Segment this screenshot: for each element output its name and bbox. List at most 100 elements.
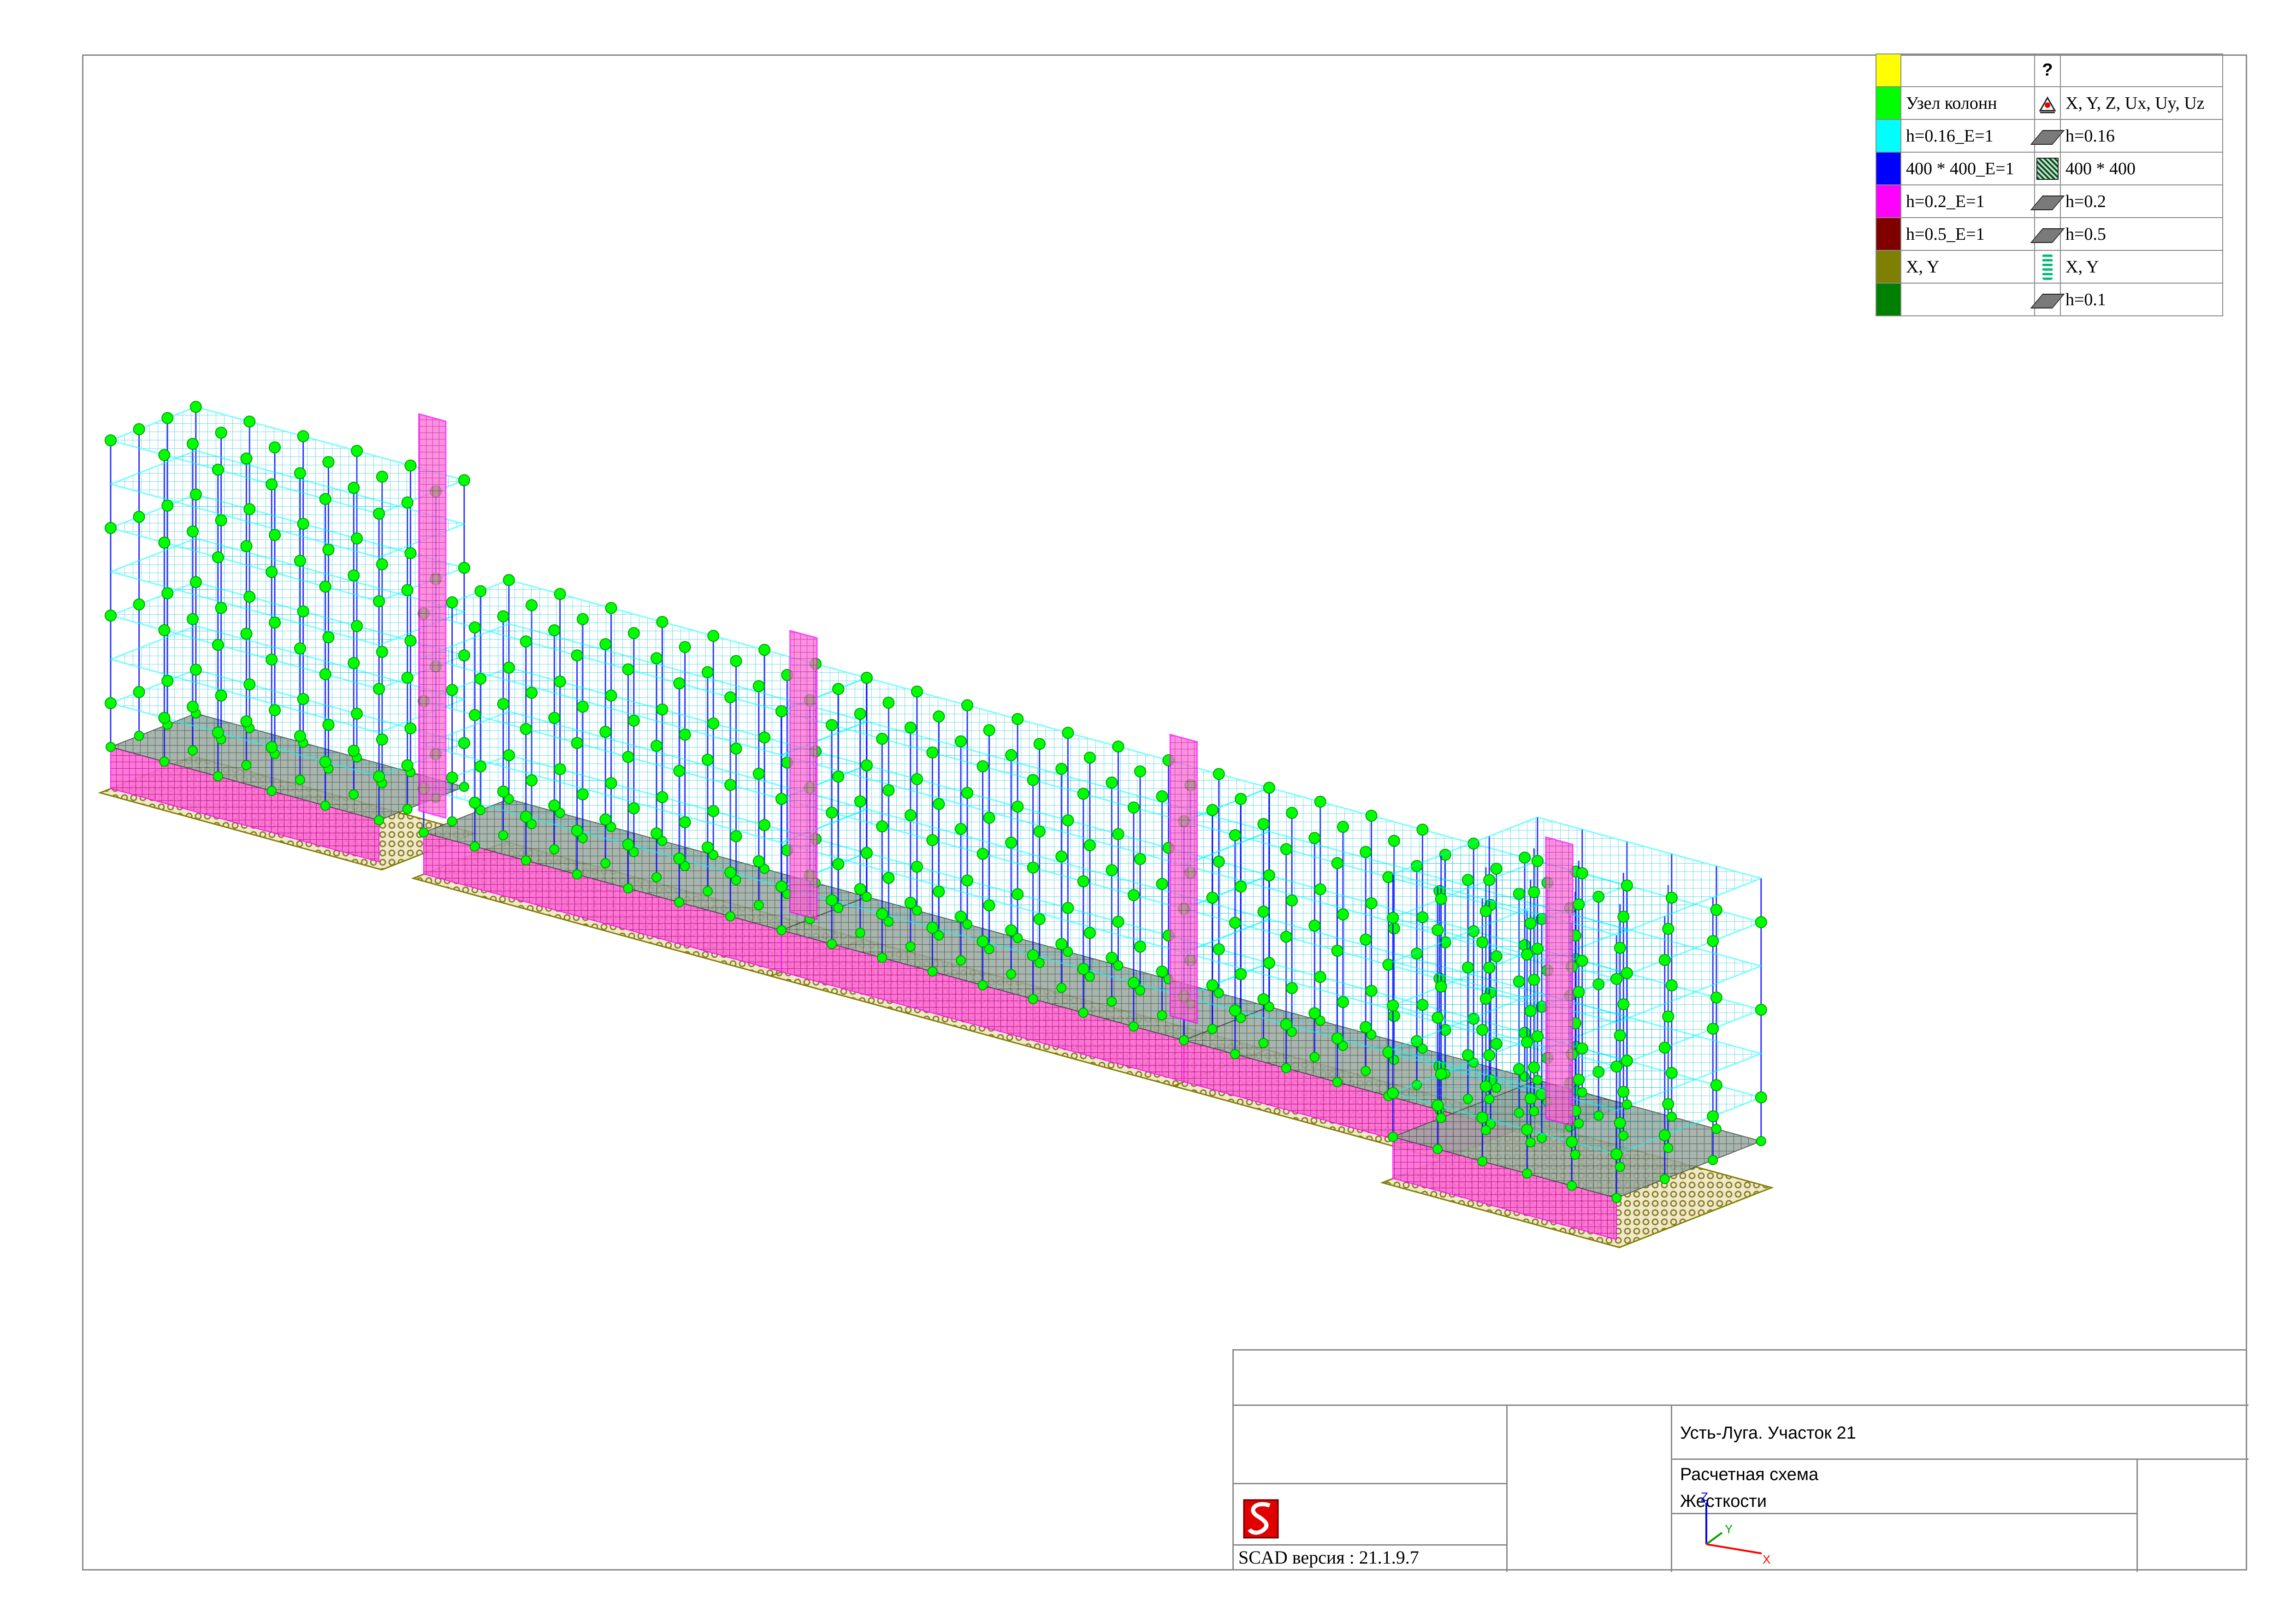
column-node [1213, 768, 1225, 780]
column-node [548, 624, 561, 636]
column-node [1056, 983, 1067, 993]
column-node [503, 749, 515, 761]
column-node [1012, 888, 1024, 901]
column-node [266, 653, 278, 666]
legend-row: Узел колонн X, Y, Z, Ux, Uy, Uz [1876, 86, 2223, 120]
column-node [1576, 954, 1588, 967]
column-node [404, 722, 417, 735]
column-node [188, 745, 198, 756]
column-node [1257, 993, 1270, 1006]
column-node [1707, 1110, 1719, 1122]
column-node [1610, 1061, 1623, 1073]
column-node [933, 710, 945, 723]
fixed-support-icon [2034, 86, 2061, 120]
column-node [1658, 1042, 1671, 1054]
column-node [212, 726, 224, 739]
column-node [187, 438, 199, 450]
column-node [1708, 1155, 1718, 1165]
axis-z-label: Z [1701, 1490, 1708, 1504]
column-node [241, 760, 252, 770]
column-node [1528, 973, 1540, 986]
column-node [376, 470, 388, 483]
column-node [322, 719, 335, 731]
column-node [1621, 967, 1633, 979]
column-node [656, 616, 669, 628]
column-node [933, 798, 945, 810]
column-node [1710, 991, 1722, 1004]
column-node [474, 673, 487, 685]
column-node [549, 844, 560, 854]
column-node [1308, 919, 1321, 932]
column-node [297, 693, 309, 705]
column-node [468, 796, 481, 809]
column-node [1483, 961, 1496, 974]
column-node [1280, 930, 1292, 943]
column-node [1756, 1136, 1766, 1146]
column-node [526, 774, 538, 787]
column-node [679, 641, 691, 653]
legend-color-swatch [1876, 152, 1901, 185]
column-node [775, 880, 787, 893]
column-node [656, 791, 669, 803]
column-node [1033, 913, 1046, 925]
column-node [294, 730, 306, 742]
column-node [215, 514, 227, 527]
column-node [526, 599, 538, 611]
column-node [1106, 952, 1118, 964]
column-node [730, 655, 742, 667]
column-node [1083, 839, 1096, 852]
column-node [458, 562, 470, 574]
column-node [351, 445, 363, 457]
legend-label: h=0.5_E=1 [1900, 217, 2035, 251]
column-node [1112, 915, 1124, 928]
column-node [1658, 954, 1671, 966]
column-node [1755, 1003, 1767, 1016]
column-node [1432, 1144, 1443, 1155]
column-node [322, 544, 335, 556]
column-node [1707, 935, 1719, 947]
column-node [775, 793, 787, 805]
column-node [775, 705, 787, 717]
column-node [189, 488, 202, 501]
column-node [1156, 790, 1168, 802]
column-node [446, 771, 458, 784]
shear-wall [1545, 836, 1574, 1127]
column-node [1337, 821, 1349, 833]
column-node [961, 699, 974, 711]
column-node [1157, 1010, 1167, 1020]
stiffness-legend: ? Узел колонн X, Y, Z, Ux, Uy, Uz h=0.16_E=… [1876, 53, 2223, 316]
column-node [600, 858, 611, 869]
column-node [1416, 824, 1429, 836]
column-node [826, 806, 838, 819]
column-node [215, 689, 227, 702]
column-node [576, 613, 589, 625]
column-node [1308, 1007, 1321, 1019]
column-node [105, 697, 117, 709]
column-node [571, 737, 583, 749]
column-node [243, 415, 256, 428]
column-node [1033, 738, 1046, 750]
column-node [1573, 1073, 1585, 1086]
column-node [1388, 1132, 1398, 1142]
legend-label: h=0.2_E=1 [1900, 184, 2035, 218]
column-node [373, 595, 385, 607]
column-node [1617, 1085, 1630, 1098]
column-node [976, 935, 989, 948]
column-node [548, 711, 561, 724]
column-node [1127, 801, 1140, 814]
column-node [752, 855, 765, 868]
column-node [319, 756, 331, 768]
column-node [1476, 1024, 1489, 1036]
column-node [1388, 1010, 1400, 1022]
column-node [266, 741, 278, 753]
legend-row: h=0.1 [1876, 283, 2223, 316]
column-node [105, 610, 117, 622]
column-node [1432, 1099, 1444, 1112]
column-node [752, 768, 765, 780]
column-node [1432, 924, 1444, 936]
column-node [1522, 1168, 1533, 1179]
column-node [1263, 957, 1275, 969]
column-node [133, 423, 145, 435]
column-node [1711, 1124, 1722, 1134]
column-node [402, 804, 413, 814]
